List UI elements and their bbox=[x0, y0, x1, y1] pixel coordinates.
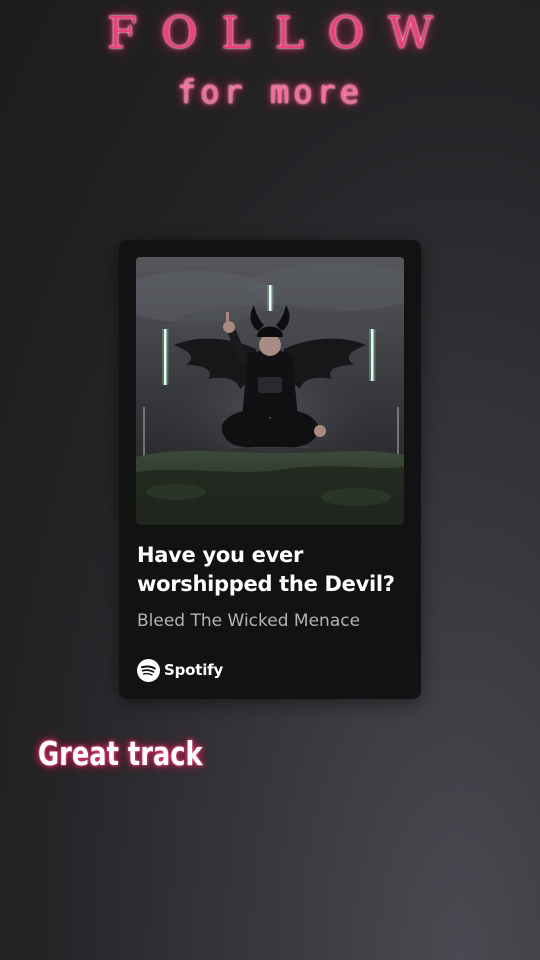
caption-text: Great track bbox=[38, 734, 203, 773]
track-artist[interactable]: Bleed The Wicked Menace bbox=[137, 609, 413, 633]
spotify-track-card[interactable]: Have you ever worshipped the Devil? Blee… bbox=[119, 240, 421, 699]
track-title[interactable]: Have you ever worshipped the Devil? bbox=[137, 541, 413, 599]
spotify-brand[interactable]: Spotify bbox=[137, 657, 223, 683]
follow-subtitle: for more bbox=[176, 73, 364, 111]
album-cover-image bbox=[136, 257, 404, 525]
spotify-wordmark: Spotify bbox=[164, 661, 224, 679]
spotify-logo-icon bbox=[137, 658, 160, 682]
follow-title: FOLLOW bbox=[106, 8, 458, 59]
